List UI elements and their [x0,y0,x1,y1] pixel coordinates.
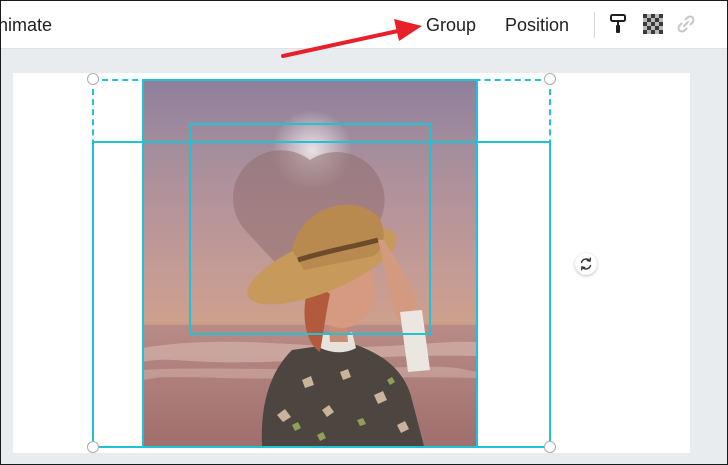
paint-roller-icon[interactable] [607,13,629,35]
resize-handle-top-right[interactable] [544,73,556,85]
rotate-icon [580,257,592,271]
position-button[interactable]: Position [505,14,569,36]
resize-handle-top-left[interactable] [87,73,99,85]
resize-handle-bottom-left[interactable] [87,441,99,453]
heart-element-frame[interactable] [189,123,431,335]
animate-button[interactable]: nimate [0,14,52,36]
editor-toolbar: nimate Group Position [0,0,728,49]
group-button[interactable]: Group [426,14,476,36]
rotate-button[interactable] [575,253,597,275]
resize-handle-bottom-right[interactable] [544,441,556,453]
transparency-icon[interactable] [642,13,664,35]
link-icon[interactable] [675,13,697,35]
toolbar-divider [594,12,595,38]
